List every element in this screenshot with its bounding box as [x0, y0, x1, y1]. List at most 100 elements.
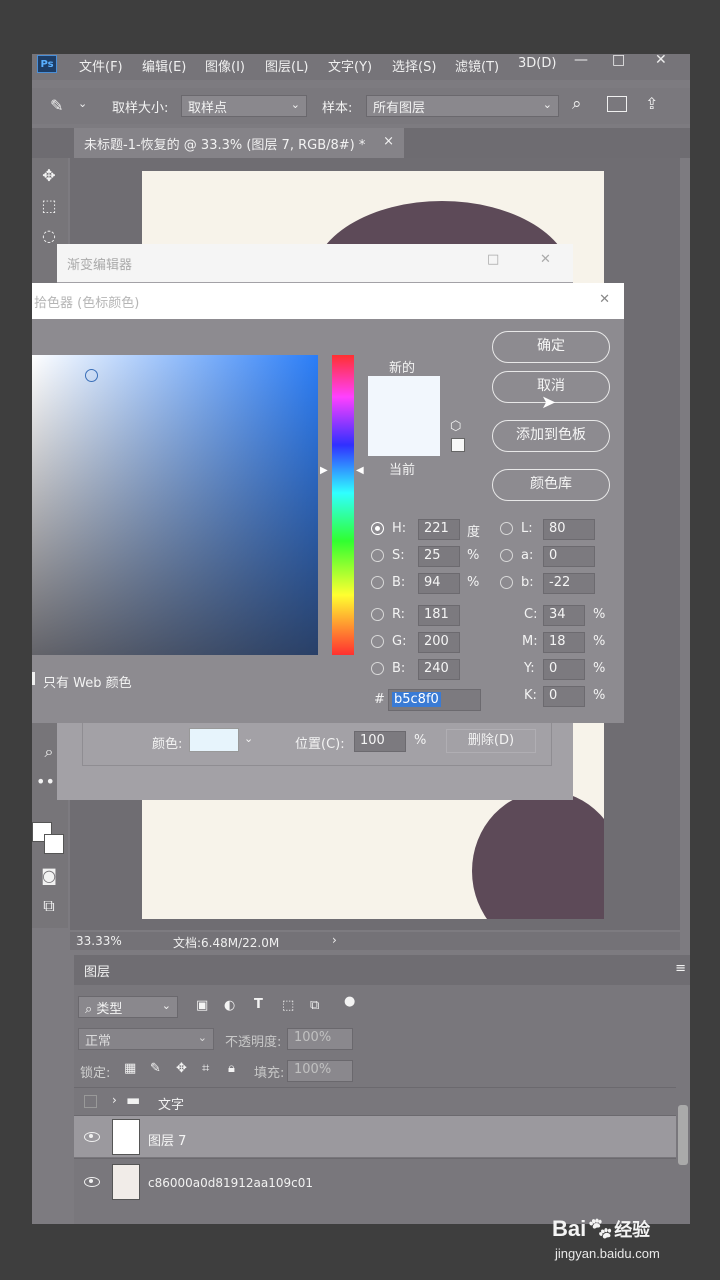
lock-all-icon[interactable]: 🔒︎	[228, 1061, 235, 1076]
hue-slider-right-handle-icon[interactable]: ◀	[356, 465, 364, 476]
stop-position-input[interactable]: 100	[354, 731, 406, 752]
layers-tab[interactable]: 图层	[84, 961, 110, 980]
r-input[interactable]: 181	[418, 605, 460, 626]
opacity-input[interactable]: 100%	[287, 1028, 353, 1050]
fill-input[interactable]: 100%	[287, 1060, 353, 1082]
blue-radio[interactable]	[371, 662, 384, 675]
b-radio[interactable]	[371, 576, 384, 589]
ok-button[interactable]: 确定	[492, 331, 610, 363]
menu-layer[interactable]: 图层(L)	[265, 56, 308, 75]
quick-mask-icon[interactable]: ◙	[36, 866, 62, 888]
panel-menu-icon[interactable]: ≡	[675, 961, 686, 976]
layer-name: c86000a0d81912aa109c01	[148, 1176, 314, 1190]
current-color-swatch[interactable]	[368, 416, 440, 456]
chevron-down-icon[interactable]: ⌄	[244, 732, 253, 745]
s-input[interactable]: 25	[418, 546, 460, 567]
status-arrow-icon[interactable]: ›	[332, 933, 337, 947]
layer-row[interactable]: › ▬ 文字	[74, 1087, 676, 1115]
blue-input[interactable]: 240	[418, 659, 460, 680]
hex-input[interactable]: b5c8f0	[388, 689, 481, 711]
h-radio[interactable]	[371, 522, 384, 535]
menu-3d[interactable]: 3D(D)	[518, 56, 556, 71]
filter-pixel-icon[interactable]: ▣	[196, 998, 208, 1013]
g-input[interactable]: 200	[418, 632, 460, 653]
color-libraries-button[interactable]: 颜色库	[492, 469, 610, 501]
workspace-icon[interactable]	[607, 96, 627, 112]
l-input[interactable]: 80	[543, 519, 595, 540]
layer-row[interactable]: c86000a0d81912aa109c01	[74, 1158, 676, 1200]
chevron-down-icon[interactable]: ⌄	[78, 97, 87, 110]
menu-filter[interactable]: 滤镜(T)	[455, 56, 499, 75]
move-tool-icon[interactable]: ✥	[36, 166, 62, 188]
visibility-empty-box[interactable]	[84, 1095, 97, 1108]
menu-image[interactable]: 图像(I)	[205, 56, 245, 75]
delete-stop-button[interactable]: 删除(D)	[446, 729, 536, 753]
eye-icon[interactable]	[84, 1132, 100, 1142]
web-safe-swatch[interactable]	[451, 438, 465, 452]
lock-position-icon[interactable]: ✥	[176, 1061, 187, 1076]
close-tab-icon[interactable]: ×	[383, 134, 394, 149]
menu-select[interactable]: 选择(S)	[392, 56, 436, 75]
marquee-tool-icon[interactable]: ⬚	[36, 196, 62, 218]
filter-smart-object-icon[interactable]: ⧉	[310, 998, 319, 1013]
screen-mode-icon[interactable]: ⧉	[36, 896, 62, 918]
filter-adjustment-icon[interactable]: ◐	[224, 998, 235, 1013]
c-input[interactable]: 34	[543, 605, 585, 626]
zoom-level[interactable]: 33.33%	[76, 934, 122, 948]
lab-b-input[interactable]: -22	[543, 573, 595, 594]
document-tab[interactable]: 未标题-1-恢复的 @ 33.3% (图层 7, RGB/8#) * ×	[74, 128, 404, 158]
a-input[interactable]: 0	[543, 546, 595, 567]
l-radio[interactable]	[500, 522, 513, 535]
filter-type-icon[interactable]: T	[254, 997, 263, 1012]
eyedropper-icon[interactable]: ✎	[50, 96, 63, 115]
m-input[interactable]: 18	[543, 632, 585, 653]
lock-pixels-icon[interactable]: ✎	[150, 1061, 161, 1076]
brightness-input[interactable]: 94	[418, 573, 460, 594]
a-radio[interactable]	[500, 549, 513, 562]
h-input[interactable]: 221	[418, 519, 460, 540]
cube-icon[interactable]: ⬡	[450, 419, 461, 434]
color-field-cursor[interactable]	[85, 369, 98, 382]
close-icon[interactable]: ✕	[655, 52, 667, 68]
g-radio[interactable]	[371, 635, 384, 648]
lab-b-radio[interactable]	[500, 576, 513, 589]
sample-size-select[interactable]: 取样点 ⌄	[181, 95, 307, 117]
maximize-icon[interactable]: □	[612, 52, 625, 68]
filter-toggle-icon[interactable]: ●	[344, 994, 355, 1009]
stop-color-swatch[interactable]	[189, 728, 239, 752]
filter-shape-icon[interactable]: ⬚	[282, 998, 294, 1013]
m-unit: %	[593, 634, 606, 649]
eye-icon[interactable]	[84, 1177, 100, 1187]
hue-slider[interactable]	[332, 355, 354, 655]
share-icon[interactable]: ⇪	[645, 94, 658, 113]
k-input[interactable]: 0	[543, 686, 585, 707]
s-radio[interactable]	[371, 549, 384, 562]
saturation-brightness-field[interactable]	[32, 355, 318, 655]
layer-row-selected[interactable]: 图层 7	[74, 1115, 676, 1157]
sample-select[interactable]: 所有图层 ⌄	[366, 95, 559, 117]
close-icon[interactable]: ✕	[599, 292, 610, 307]
web-only-checkbox[interactable]	[32, 672, 35, 685]
r-radio[interactable]	[371, 608, 384, 621]
menu-type[interactable]: 文字(Y)	[328, 56, 372, 75]
chevron-down-icon: ⌄	[542, 98, 552, 111]
menu-edit[interactable]: 编辑(E)	[142, 56, 186, 75]
minimize-icon[interactable]: —	[574, 52, 588, 68]
add-to-swatches-button[interactable]: 添加到色板	[492, 420, 610, 452]
close-icon[interactable]: ✕	[540, 252, 551, 267]
hue-slider-left-handle-icon[interactable]: ▶	[320, 465, 328, 476]
lock-transparency-icon[interactable]: ▦	[124, 1061, 136, 1076]
blend-mode-select[interactable]: 正常 ⌄	[78, 1028, 214, 1050]
y-input[interactable]: 0	[543, 659, 585, 680]
menu-file[interactable]: 文件(F)	[79, 56, 123, 75]
maximize-icon[interactable]: □	[487, 252, 499, 267]
sample-size-label: 取样大小:	[112, 101, 169, 116]
background-color-swatch[interactable]	[44, 834, 64, 854]
lock-artboard-icon[interactable]: ⌗	[202, 1061, 209, 1076]
layer-thumbnail	[112, 1119, 140, 1155]
search-icon[interactable]: ⌕	[572, 94, 582, 114]
watermark-brand: Bai	[552, 1216, 587, 1241]
layers-scrollbar[interactable]	[678, 1105, 688, 1165]
expand-arrow-icon[interactable]: ›	[112, 1093, 117, 1107]
layer-filter-select[interactable]: ⌕ 类型 ⌄	[78, 996, 178, 1018]
